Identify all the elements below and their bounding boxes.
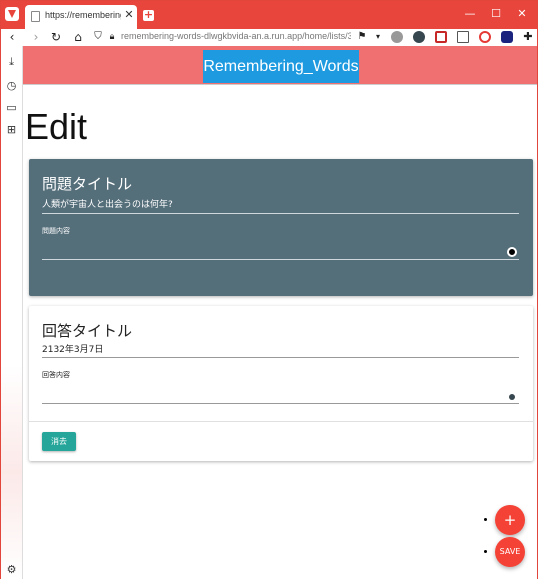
bookmark-icon[interactable]: ⚑ (355, 30, 369, 44)
answer-title-field[interactable]: 2132年3月7日 (42, 342, 103, 355)
save-fab-button[interactable]: SAVE (495, 537, 525, 567)
question-content-field[interactable] (42, 259, 519, 260)
question-title-field[interactable]: 人類が宇宙人と出会うのは何年? (42, 197, 173, 210)
list-bullet (484, 550, 487, 553)
new-tab-button[interactable]: + (143, 9, 154, 21)
extension-icon[interactable] (435, 31, 447, 43)
history-icon[interactable]: ◷ (6, 80, 17, 91)
answer-card: 回答タイトル 2132年3月7日 回答内容 消去 (29, 306, 533, 461)
tab-title: https://remembering- (45, 10, 121, 20)
question-title-underline (42, 213, 519, 214)
question-title: 問題タイトル (42, 175, 133, 193)
app-header: Remembering_Words (23, 46, 537, 85)
address-bar: ‹ › ↻ ⌂ ⛉ 🔒︎ remembering-words-dlwgkbvid… (1, 29, 537, 46)
maximize-button[interactable]: ☐ (485, 5, 507, 23)
answer-content-field[interactable] (42, 403, 519, 404)
app-title[interactable]: Remembering_Words (203, 50, 359, 83)
url-field[interactable]: remembering-words-dlwgkbvida-an.a.run.ap… (121, 31, 351, 41)
block-icon[interactable] (479, 31, 491, 43)
shield-icon[interactable]: ⛉ (91, 30, 105, 44)
answer-title: 回答タイトル (42, 322, 133, 340)
answer-content-label: 回答内容 (42, 371, 70, 379)
active-tab[interactable]: https://remembering- ✕ (25, 5, 137, 29)
answer-title-underline (42, 357, 519, 358)
avatar[interactable] (391, 31, 403, 43)
panel-icon[interactable]: ▭ (6, 102, 17, 113)
home-icon[interactable]: ⌂ (71, 30, 85, 44)
question-card: 問題タイトル 人類が宇宙人と出会うのは何年? 問題内容 (29, 159, 533, 296)
minimize-button[interactable]: — (459, 5, 481, 23)
resize-handle-icon[interactable] (509, 394, 515, 400)
delete-button[interactable]: 消去 (42, 432, 76, 451)
question-content-label: 問題内容 (42, 227, 70, 235)
download-icon[interactable]: ⤓ (6, 56, 17, 67)
app-content: Remembering_Words Edit 問題タイトル 人類が宇宙人と出会う… (23, 46, 537, 579)
close-window-button[interactable]: ✕ (511, 5, 533, 23)
forward-icon[interactable]: › (29, 30, 43, 44)
card-divider (29, 421, 533, 422)
extension-icon[interactable] (413, 31, 425, 43)
extension-icon[interactable] (457, 31, 469, 43)
tab-bar: https://remembering- ✕ + — ☐ ✕ (1, 1, 537, 29)
add-panel-icon[interactable]: ⊞ (6, 124, 17, 135)
list-bullet (484, 518, 487, 521)
side-panel: ⤓ ◷ ▭ ⊞ ⚙ (1, 46, 23, 579)
back-icon[interactable]: ‹ (5, 30, 19, 44)
page-title: Edit (25, 106, 88, 147)
puzzle-icon[interactable]: ✚ (521, 30, 535, 44)
dropdown-icon[interactable]: ▾ (371, 30, 385, 44)
browser-logo-icon[interactable] (5, 7, 19, 21)
gear-icon[interactable]: ⚙ (6, 564, 17, 575)
reload-icon[interactable]: ↻ (49, 30, 63, 44)
extension-icon[interactable] (501, 31, 513, 43)
resize-handle-icon[interactable] (507, 247, 517, 257)
lock-icon: 🔒︎ (109, 32, 115, 42)
add-fab-button[interactable]: + (495, 505, 525, 535)
page-icon (31, 11, 40, 22)
browser-window: https://remembering- ✕ + — ☐ ✕ ‹ › ↻ ⌂ ⛉… (0, 0, 538, 579)
close-tab-icon[interactable]: ✕ (123, 8, 135, 22)
